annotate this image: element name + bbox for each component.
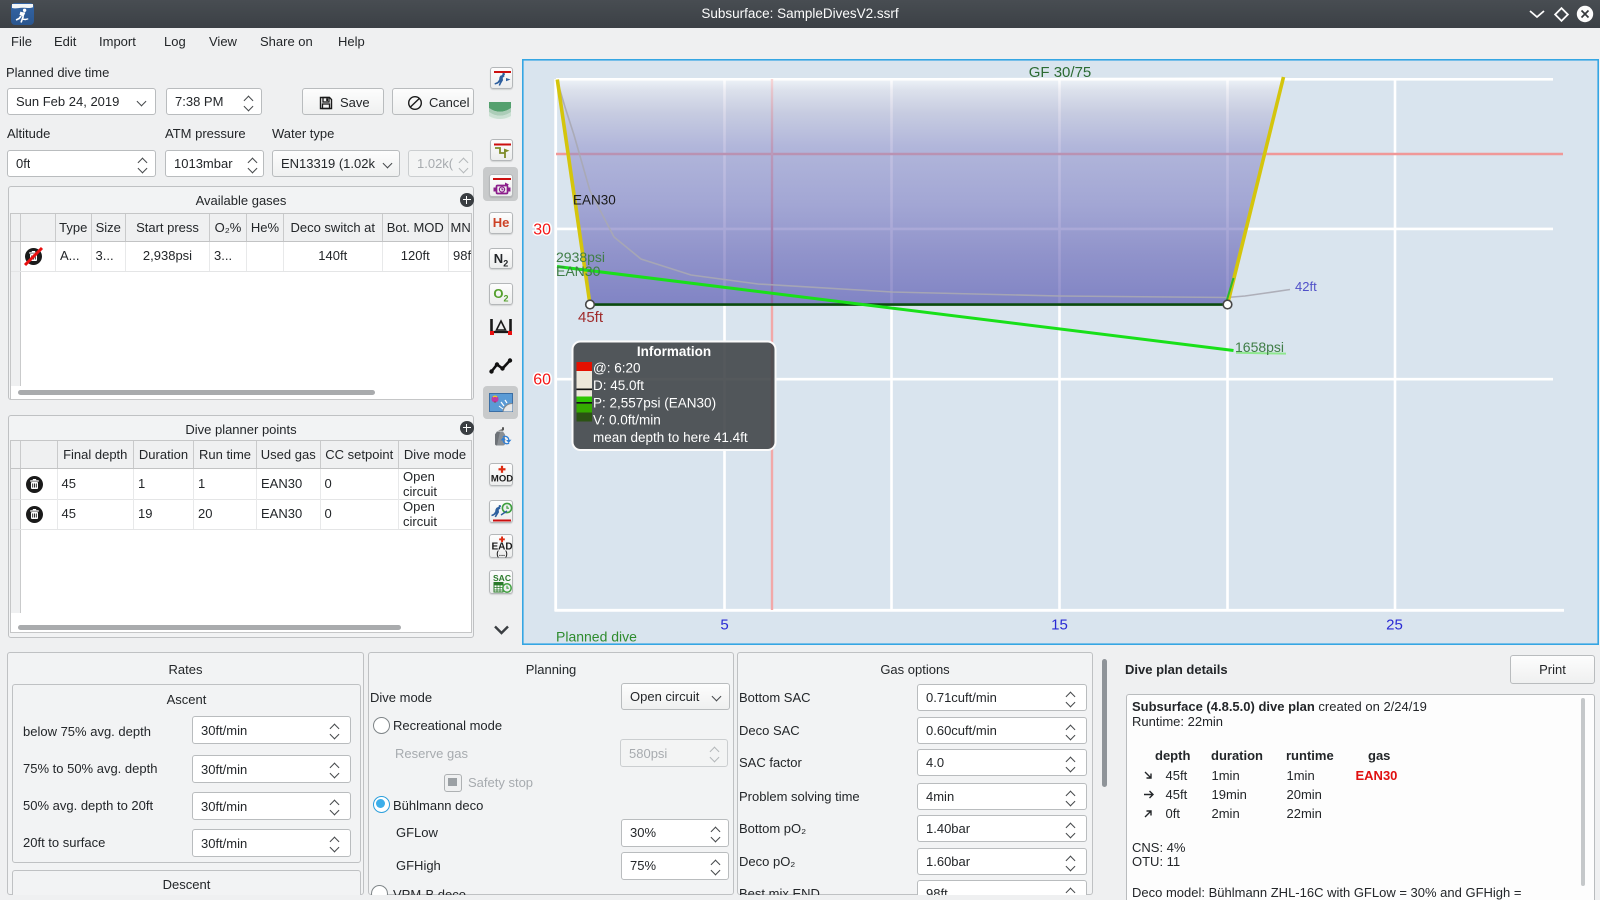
svg-text:15: 15 — [1051, 617, 1068, 634]
svg-text:mean depth to here 41.4ft: mean depth to here 41.4ft — [593, 430, 748, 445]
svg-text:@: 6:20: @: 6:20 — [593, 361, 640, 376]
svg-text:60: 60 — [533, 372, 551, 389]
svg-text:EAN30: EAN30 — [556, 263, 601, 279]
svg-text:Information: Information — [637, 344, 711, 359]
svg-text:P: 2,557psi (EAN30): P: 2,557psi (EAN30) — [593, 396, 716, 411]
svg-text:42ft: 42ft — [1295, 279, 1317, 294]
svg-text:5: 5 — [720, 617, 728, 634]
svg-text:MOD: MOD — [491, 474, 513, 485]
svg-text:30: 30 — [533, 222, 551, 239]
svg-text:(...): (...) — [496, 549, 508, 558]
svg-text:V: 0.0ft/min: V: 0.0ft/min — [593, 413, 661, 428]
svg-text:25: 25 — [1386, 617, 1403, 634]
svg-text:EAN30: EAN30 — [573, 193, 616, 208]
svg-text:Planned dive: Planned dive — [556, 629, 637, 645]
svg-text:GF 30/75: GF 30/75 — [1029, 64, 1092, 81]
svg-text:SAC: SAC — [493, 573, 511, 583]
svg-text:D: 45.0ft: D: 45.0ft — [593, 378, 644, 393]
svg-text:45ft: 45ft — [578, 309, 604, 326]
svg-text:1658psi: 1658psi — [1235, 339, 1284, 355]
